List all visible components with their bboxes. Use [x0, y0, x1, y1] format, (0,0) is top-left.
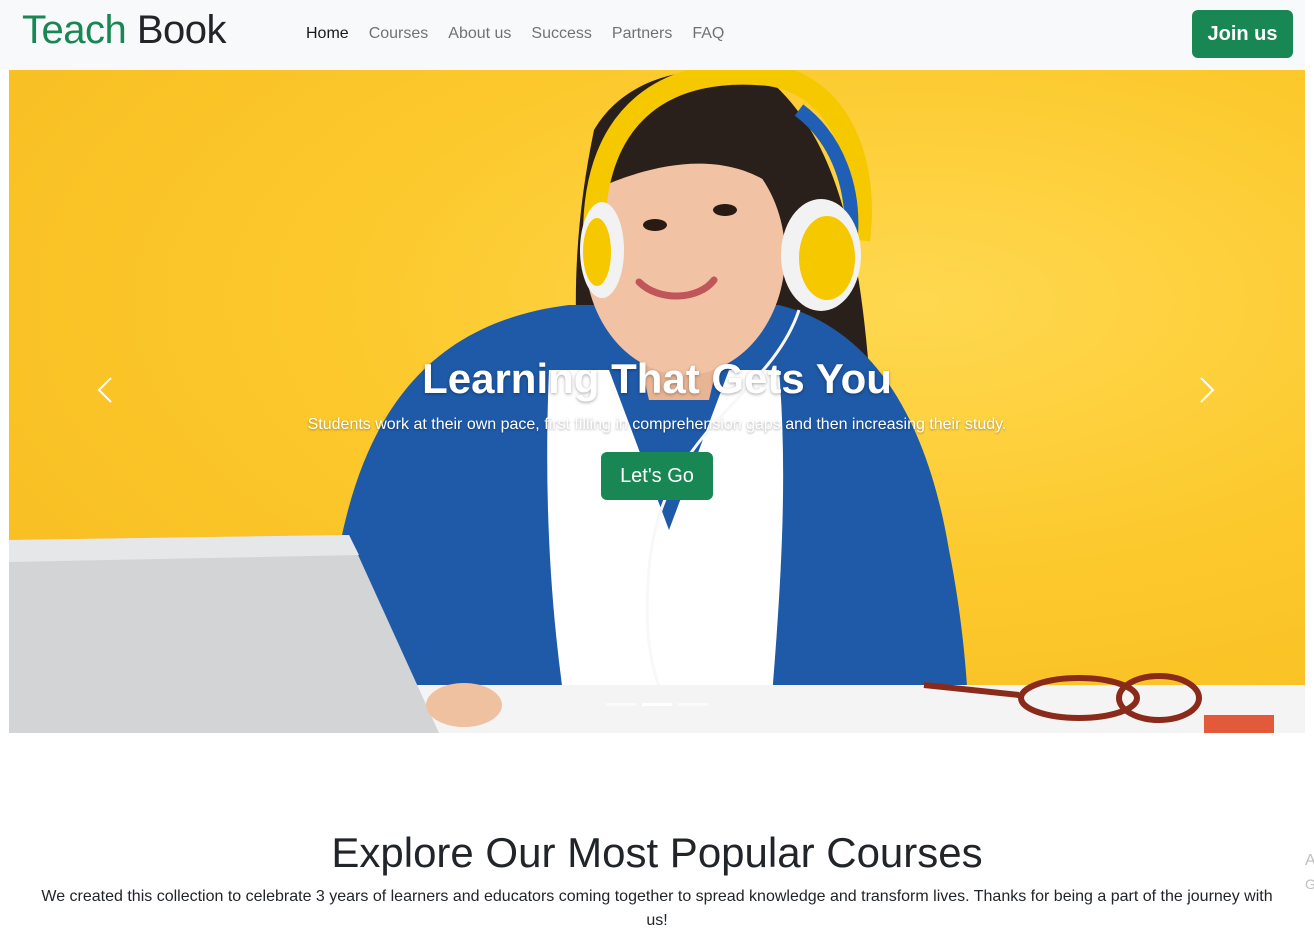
nav-link-home[interactable]: Home	[296, 22, 359, 46]
navbar: Teach Book Home Courses About us Success…	[0, 0, 1305, 70]
courses-section-title: Explore Our Most Popular Courses	[331, 829, 983, 876]
brand-part-book: Book	[136, 8, 227, 52]
lets-go-button[interactable]: Let's Go	[601, 452, 713, 500]
nav-link-success[interactable]: Success	[521, 22, 601, 46]
nav-link-faq[interactable]: FAQ	[682, 22, 734, 46]
nav-links: Home Courses About us Success Partners F…	[296, 22, 734, 46]
nav-link-about-us[interactable]: About us	[438, 22, 521, 46]
carousel-indicator-3[interactable]	[678, 703, 708, 706]
carousel-indicator-2[interactable]	[642, 703, 672, 706]
join-us-button[interactable]: Join us	[1192, 10, 1293, 58]
chevron-left-icon	[97, 377, 112, 403]
brand-part-teach: Teach	[22, 8, 127, 52]
edge-letter-a: A	[1305, 852, 1314, 869]
carousel-prev-button[interactable]	[75, 360, 135, 420]
hero-carousel: Learning That Gets You Students work at …	[9, 70, 1305, 733]
courses-section-description: We created this collection to celebrate …	[41, 888, 1273, 929]
edge-letter-g: G	[1305, 876, 1314, 892]
nav-link-courses[interactable]: Courses	[359, 22, 439, 46]
nav-link-partners[interactable]: Partners	[602, 22, 682, 46]
hero-subtitle: Students work at their own pace, first f…	[307, 416, 1007, 433]
hero-title: Learning That Gets You	[422, 355, 892, 402]
brand-logo[interactable]: Teach Book	[22, 6, 227, 54]
chevron-right-icon	[1200, 377, 1215, 403]
carousel-next-button[interactable]	[1177, 360, 1237, 420]
carousel-indicators	[606, 703, 708, 706]
carousel-indicator-1[interactable]	[606, 703, 636, 706]
